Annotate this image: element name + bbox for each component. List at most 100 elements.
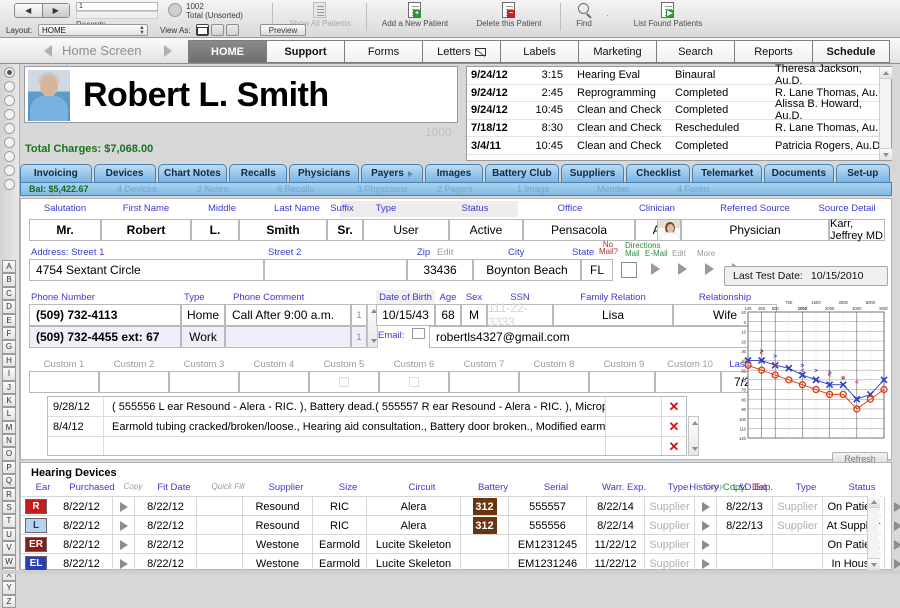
view-as-table-button[interactable] [226, 24, 239, 36]
field-custom-6[interactable] [379, 371, 449, 393]
field-custom-9[interactable] [589, 371, 655, 393]
device-ear-badge[interactable]: ER [25, 537, 47, 552]
nav-tab-search[interactable]: Search [656, 40, 734, 63]
field-status[interactable]: Active [449, 219, 523, 241]
notes-scroll-stepper[interactable] [688, 416, 699, 456]
module-tab-checklist[interactable]: Checklist [626, 164, 691, 182]
email-directions-button[interactable] [678, 263, 687, 275]
mail-directions-button[interactable] [651, 263, 660, 275]
prev-record-button[interactable]: ◀ [15, 4, 42, 17]
field-age[interactable]: 68 [435, 304, 461, 326]
device-size[interactable]: RIC [313, 516, 367, 535]
note-row[interactable]: 9/28/12( 555556 L ear Resound - Alera - … [48, 397, 686, 417]
nav-tab-support[interactable]: Support [266, 40, 344, 63]
home-screen-label[interactable]: Home Screen [62, 43, 141, 58]
alpha-index-z[interactable]: Z [2, 594, 16, 608]
alpha-index-i[interactable]: I [2, 367, 16, 381]
scroll-up-button[interactable] [880, 67, 892, 79]
custom-6-checkbox[interactable] [409, 377, 419, 387]
field-custom-4[interactable] [239, 371, 309, 393]
nav-forward-arrow-icon[interactable] [164, 45, 172, 57]
nav-tab-schedule[interactable]: Schedule [812, 40, 890, 63]
appointment-row[interactable]: 9/24/12 10:45 Clean and Check Completed Alis… [467, 98, 891, 122]
nav-back-arrow-icon[interactable] [44, 45, 52, 57]
field-phone-2-type[interactable]: Work [181, 326, 225, 348]
field-dob[interactable]: 10/15/43 [376, 304, 435, 326]
field-suffix[interactable]: Sr. [327, 219, 363, 241]
layout-select[interactable]: HOME ▲ ▼ [38, 24, 148, 36]
alpha-index-r[interactable]: R [2, 487, 16, 502]
appointment-row[interactable]: 7/18/12 8:30 Clean and Check Rescheduled R. … [467, 120, 891, 138]
device-serial[interactable]: 555556 [509, 516, 587, 535]
note-style[interactable] [606, 397, 662, 416]
scroll-down-button[interactable] [880, 148, 892, 160]
field-office[interactable]: Pensacola [523, 219, 635, 241]
field-family-relation[interactable]: Lisa [553, 304, 673, 326]
note-delete-button[interactable]: ✕ [662, 439, 686, 455]
device-warranty-exp[interactable]: 8/22/14 [587, 516, 645, 535]
device-ld-type[interactable]: Supplier [773, 497, 823, 516]
field-zip[interactable]: 33436 [407, 259, 473, 281]
module-tab-recalls[interactable]: Recalls [229, 164, 288, 182]
nav-tab-marketing[interactable]: Marketing [578, 40, 656, 63]
module-tab-telemarket[interactable]: Telemarket [692, 164, 763, 182]
module-tab-images[interactable]: Images [424, 164, 484, 182]
device-copy-warranty[interactable] [695, 497, 717, 516]
label-email[interactable]: E-Mail [645, 249, 668, 258]
field-sex[interactable]: M [461, 304, 487, 326]
device-ld-exp[interactable]: 8/22/13 [717, 516, 773, 535]
field-custom-3[interactable] [169, 371, 239, 393]
device-ear-badge[interactable]: EL [25, 556, 47, 571]
field-custom-8[interactable] [519, 371, 589, 393]
field-salutation[interactable]: Mr. [29, 219, 101, 241]
nav-tab-forms[interactable]: Forms [344, 40, 422, 63]
device-copy-warranty[interactable] [695, 535, 717, 554]
view-as-form-button[interactable] [196, 24, 209, 36]
appointments-scrollbar[interactable] [879, 67, 892, 160]
alpha-index-k[interactable]: K [2, 393, 16, 408]
summary-item[interactable]: 3 Physicians [357, 184, 437, 194]
device-history-button[interactable] [885, 516, 900, 535]
no-mail-checkbox[interactable] [621, 262, 637, 278]
device-supplier[interactable]: Resound [243, 516, 313, 535]
audiogram-chart[interactable]: -10 0 10 20 30 40 50 60 70 80 90 100 110 120 125 250 500… [724, 294, 889, 446]
device-copy-warranty[interactable] [695, 516, 717, 535]
device-size[interactable]: Earmold [313, 535, 367, 554]
nav-tab-letters[interactable]: Letters [422, 40, 500, 63]
record-nav-buttons[interactable]: ◀ ▶ [14, 3, 70, 18]
alpha-index-f[interactable]: F [2, 326, 16, 341]
alpha-index-o[interactable]: O [2, 447, 16, 461]
field-street2[interactable] [264, 259, 407, 281]
device-ld-type[interactable]: Supplier [773, 516, 823, 535]
device-fit-date[interactable]: 8/22/12 [135, 497, 197, 516]
module-tab-set-up[interactable]: Set-up [835, 164, 890, 182]
alpha-index-b[interactable]: B [2, 273, 16, 287]
device-supplier[interactable]: Westone [243, 535, 313, 554]
scroll-down-button[interactable] [868, 558, 880, 570]
nav-tab-home[interactable]: HOME [188, 40, 266, 63]
label-more[interactable]: More [697, 249, 715, 258]
field-custom-1[interactable] [29, 371, 99, 393]
device-serial[interactable]: 555557 [509, 497, 587, 516]
device-quick-fill[interactable] [197, 497, 243, 516]
device-warranty-type[interactable]: Supplier [645, 535, 695, 554]
summary-item[interactable]: 4 Forms [677, 184, 757, 194]
field-phone-1-type[interactable]: Home [181, 304, 225, 326]
device-purchased[interactable]: 8/22/12 [51, 535, 113, 554]
summary-item[interactable]: Member [597, 184, 677, 194]
record-number-input[interactable]: 1 [76, 2, 158, 11]
device-history-button[interactable] [885, 497, 900, 516]
alpha-index-t[interactable]: T [2, 514, 16, 528]
summary-item[interactable]: 2 Notes [197, 184, 277, 194]
summary-item[interactable]: 1 Image [517, 184, 597, 194]
alpha-index-g[interactable]: G [2, 340, 16, 354]
alpha-index-h[interactable]: H [2, 353, 16, 368]
patient-photo[interactable] [28, 70, 70, 121]
module-tab-suppliers[interactable]: Suppliers [560, 164, 625, 182]
alpha-index-c[interactable]: C [2, 286, 16, 301]
device-quick-fill[interactable] [197, 516, 243, 535]
alpha-index-w[interactable]: W [2, 554, 16, 568]
device-size[interactable]: RIC [313, 497, 367, 516]
alpha-index-q[interactable]: Q [2, 474, 16, 488]
alpha-index-l[interactable]: L [2, 407, 16, 421]
